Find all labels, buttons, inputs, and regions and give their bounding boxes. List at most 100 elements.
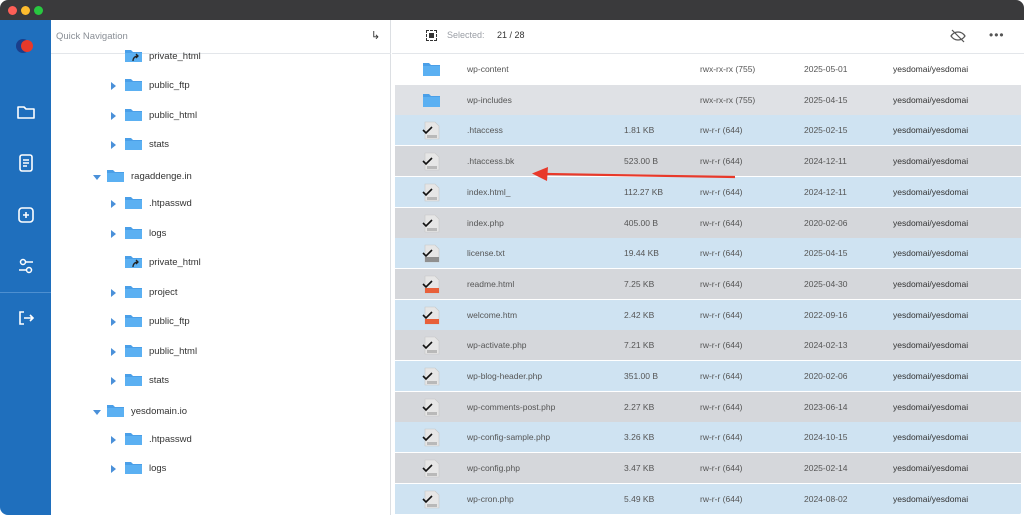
tree-item[interactable]: public_ftp: [51, 311, 391, 333]
folder-icon: [125, 462, 142, 474]
file-size: 112.27 KB: [624, 186, 664, 197]
add-icon[interactable]: [15, 204, 37, 226]
sidebar-divider: [0, 292, 51, 293]
tree-item[interactable]: stats: [51, 370, 391, 392]
tree-item[interactable]: public_html: [51, 341, 391, 363]
file-list-panel: Selected: 21 / 28 ••• wp-content rwx-rx-r…: [392, 20, 1024, 515]
document-icon[interactable]: [15, 152, 37, 174]
zoom-window-button[interactable]: [34, 6, 43, 15]
file-owner: yesdomai/yesdomai: [893, 248, 969, 259]
file-owner: yesdomai/yesdomai: [893, 64, 969, 74]
hide-hidden-files-icon[interactable]: [950, 29, 966, 43]
file-name: wp-includes: [467, 94, 512, 105]
file-row[interactable]: wp-content rwx-rx-rx (755) 2025-05-01 yesdo…: [395, 54, 1021, 84]
chevron-right-icon[interactable]: [111, 436, 116, 444]
chevron-down-icon[interactable]: [93, 410, 101, 415]
file-owner: yesdomai/yesdomai: [893, 278, 969, 289]
annotation-arrow: [532, 167, 736, 181]
file-owner: yesdomai/yesdomai: [893, 186, 969, 197]
chevron-down-icon[interactable]: [93, 175, 101, 180]
collapse-tree-icon[interactable]: ↳: [371, 29, 380, 42]
html-file-icon: [422, 306, 440, 324]
file-size: 7.21 KB: [624, 340, 655, 351]
tree-item-label: stats: [149, 139, 170, 150]
file-row[interactable]: wp-includes rwx-rx-rx (755) 2025-04-15 yesd…: [395, 84, 1021, 115]
tree-item[interactable]: .htpasswd: [51, 193, 391, 215]
tree-item[interactable]: yesdomain.io: [51, 401, 391, 423]
select-all-checkbox[interactable]: [426, 30, 437, 41]
chevron-right-icon[interactable]: [111, 289, 116, 297]
file-owner: yesdomai/yesdomai: [893, 401, 969, 412]
file-name: welcome.htm: [467, 309, 518, 320]
file-row[interactable]: wp-blog-header.php 351.00 B rw-r-r (644) 20…: [395, 361, 1021, 391]
tree-item-label: public_ftp: [149, 316, 190, 327]
file-row[interactable]: wp-config.php 3.47 KB rw-r-r (644) 2025-02-…: [395, 453, 1021, 484]
folder-icon: [125, 79, 142, 91]
file-row[interactable]: wp-comments-post.php 2.27 KB rw-r-r (644) 2…: [395, 391, 1021, 422]
file-size: 2.27 KB: [624, 401, 655, 412]
more-options-icon[interactable]: •••: [989, 28, 1005, 42]
tree-item[interactable]: stats: [51, 134, 391, 156]
folder-icon: [125, 433, 142, 445]
tree-item[interactable]: .htpasswd: [51, 429, 391, 451]
tree-item-label: yesdomain.io: [131, 406, 187, 417]
settings-icon[interactable]: [15, 255, 37, 277]
file-owner: yesdomai/yesdomai: [893, 493, 969, 504]
file-row[interactable]: wp-activate.php 7.21 KB rw-r-r (644) 2024-0…: [395, 330, 1021, 361]
folder-icon[interactable]: [15, 101, 37, 123]
file-row[interactable]: .htaccess 1.81 KB rw-r-r (644) 2025-02-15 ye…: [395, 115, 1021, 146]
selected-count: 21 / 28: [497, 30, 525, 40]
file-row[interactable]: wp-config-sample.php 3.26 KB rw-r-r (644) 2…: [395, 422, 1021, 453]
folder-icon: [125, 315, 142, 327]
tree-item-label: public_html: [149, 110, 198, 121]
file-name: readme.html: [467, 278, 515, 289]
tree-item[interactable]: private_html: [51, 252, 391, 274]
tree-item[interactable]: ragaddenge.in: [51, 166, 391, 188]
file-owner: yesdomai/yesdomai: [893, 463, 969, 474]
close-window-button[interactable]: [8, 6, 17, 15]
file-icon: [422, 490, 440, 509]
tree-item[interactable]: private_html: [51, 46, 391, 68]
file-size: 351.00 B: [624, 371, 659, 381]
logout-icon[interactable]: [15, 307, 37, 329]
file-owner: yesdomai/yesdomai: [893, 156, 969, 167]
tree-item[interactable]: public_html: [51, 105, 391, 127]
chevron-right-icon[interactable]: [111, 318, 116, 326]
chevron-right-icon[interactable]: [111, 230, 116, 238]
file-icon: [422, 122, 440, 140]
file-row[interactable]: readme.html 7.25 KB rw-r-r (644) 2025-04-30…: [395, 268, 1021, 299]
file-date: 2025-04-15: [804, 94, 848, 105]
file-icon: [422, 183, 440, 202]
minimize-window-button[interactable]: [21, 6, 30, 15]
file-owner: yesdomai/yesdomai: [893, 94, 969, 105]
file-date: 2024-12-11: [804, 186, 847, 197]
file-row[interactable]: wp-cron.php 5.49 KB rw-r-r (644) 2024-08-02…: [395, 483, 1021, 514]
chevron-right-icon[interactable]: [111, 377, 116, 385]
file-name: .htaccess.bk: [467, 156, 515, 167]
file-icon: [422, 214, 440, 232]
chevron-right-icon[interactable]: [111, 112, 116, 120]
tree-item[interactable]: public_ftp: [51, 75, 391, 97]
file-icon: [422, 429, 440, 447]
file-permissions: rw-r-r (644): [700, 401, 743, 412]
file-row[interactable]: welcome.htm 2.42 KB rw-r-r (644) 2022-09-16…: [395, 299, 1021, 330]
tree-item[interactable]: logs: [51, 458, 391, 480]
logo-icon: [16, 39, 34, 53]
file-permissions: rw-r-r (644): [700, 125, 743, 136]
folder-icon: [125, 138, 142, 150]
file-permissions: rw-r-r (644): [700, 217, 743, 228]
chevron-right-icon[interactable]: [111, 348, 116, 356]
file-row[interactable]: license.txt 19.44 KB rw-r-r (644) 2025-04-1…: [395, 238, 1021, 269]
tree-item[interactable]: project: [51, 282, 391, 304]
tree-item[interactable]: logs: [51, 223, 391, 245]
chevron-right-icon[interactable]: [111, 465, 116, 473]
chevron-right-icon[interactable]: [111, 82, 116, 90]
chevron-right-icon[interactable]: [111, 141, 116, 149]
file-name: wp-cron.php: [467, 493, 514, 504]
file-icon: [422, 459, 440, 478]
file-row[interactable]: index.php 405.00 B rw-r-r (644) 2020-02-06 y…: [395, 207, 1021, 238]
tree-item-label: logs: [149, 463, 167, 474]
chevron-right-icon[interactable]: [111, 200, 116, 208]
file-date: 2024-10-15: [804, 432, 848, 443]
icon-sidebar: [0, 20, 51, 515]
